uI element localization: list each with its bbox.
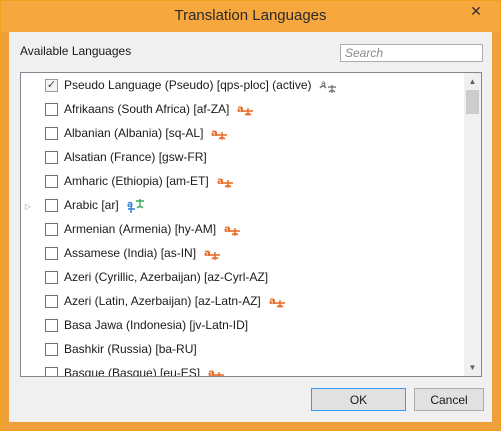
language-checkbox[interactable] [45,127,58,140]
available-languages-label: Available Languages [20,44,132,58]
language-checkbox[interactable] [45,319,58,332]
close-icon: ✕ [470,3,482,19]
translate-orange-icon: a [208,366,226,377]
language-list-item[interactable]: Armenian (Armenia) [hy-AM] a [21,218,465,242]
language-label: Amharic (Ethiopia) [am-ET] [64,174,209,188]
translate-orange-icon: a [204,246,222,262]
language-label: Basque (Basque) [eu-ES] [64,366,201,377]
language-checkbox[interactable] [45,199,58,212]
language-label: Azeri (Latin, Azerbaijan) [az-Latn-AZ] [64,294,261,308]
ok-button[interactable]: OK [311,388,406,411]
language-checkbox[interactable] [45,247,58,260]
svg-text:a: a [269,296,276,307]
language-list-item[interactable]: Azeri (Cyrillic, Azerbaijan) [az-Cyrl-AZ… [21,266,465,290]
language-list-item[interactable]: Bashkir (Russia) [ba-RU] [21,338,465,362]
svg-text:a: a [224,224,231,235]
dialog-content: Available Languages ▲ ▼ ✓ Pseudo Language… [9,32,492,422]
language-list-item[interactable]: Afrikaans (South Africa) [af-ZA] a [21,98,465,122]
search-input[interactable] [340,44,483,62]
language-checkbox[interactable] [45,367,58,376]
language-checkbox[interactable] [45,103,58,116]
scrollbar-thumb[interactable] [466,90,479,114]
language-label: Albanian (Albania) [sq-AL] [64,126,204,140]
translate-multi-icon: a [127,198,145,214]
language-list-item[interactable]: Basque (Basque) [eu-ES] a [21,362,465,377]
language-checkbox[interactable] [45,223,58,236]
svg-text:a: a [217,176,224,187]
cancel-button[interactable]: Cancel [414,388,484,411]
language-checkbox[interactable] [45,295,58,308]
dialog-window: Translation Languages ✕ Available Langua… [0,0,501,431]
window-title: Translation Languages [174,7,327,24]
expand-arrow-icon[interactable]: ▷ [24,194,32,218]
language-label: Afrikaans (South Africa) [af-ZA] [64,102,230,116]
translate-orange-icon: a [211,126,229,142]
translate-orange-icon: a [237,102,255,118]
translate-gray-icon: a [319,78,337,94]
language-checkbox[interactable] [45,271,58,284]
language-label: Alsatian (France) [gsw-FR] [64,150,207,164]
language-list-item[interactable]: Assamese (India) [as-IN] a [21,242,465,266]
language-checkbox[interactable] [45,343,58,356]
vertical-scrollbar[interactable]: ▲ ▼ [464,73,481,376]
language-list-item[interactable]: ✓ Pseudo Language (Pseudo) [qps-ploc] (ac… [21,74,465,98]
title-bar[interactable]: Translation Languages ✕ [1,1,500,32]
language-label: Armenian (Armenia) [hy-AM] [64,222,217,236]
language-checkbox[interactable] [45,175,58,188]
translate-orange-icon: a [224,222,242,238]
language-checkbox[interactable]: ✓ [45,79,58,92]
svg-text:a: a [204,248,211,259]
close-button[interactable]: ✕ [464,2,488,21]
language-label: Bashkir (Russia) [ba-RU] [64,342,197,356]
language-list-item[interactable]: Amharic (Ethiopia) [am-ET] a [21,170,465,194]
scroll-down-arrow-icon[interactable]: ▼ [464,359,481,376]
svg-text:a: a [237,104,244,115]
svg-text:a: a [211,128,218,139]
language-label: Basa Jawa (Indonesia) [jv-Latn-ID] [64,318,249,332]
language-label: Pseudo Language (Pseudo) [qps-ploc] (act… [64,78,312,92]
language-list-item[interactable]: Azeri (Latin, Azerbaijan) [az-Latn-AZ] a [21,290,465,314]
translate-orange-icon: a [217,174,235,190]
svg-text:a: a [208,368,215,377]
language-label: Arabic [ar] [64,198,119,212]
language-list-item[interactable]: Albanian (Albania) [sq-AL] a [21,122,465,146]
language-list-item[interactable]: ▷ Arabic [ar] a [21,194,465,218]
language-label: Azeri (Cyrillic, Azerbaijan) [az-Cyrl-AZ… [64,270,269,284]
language-list-item[interactable]: Alsatian (France) [gsw-FR] [21,146,465,170]
translate-orange-icon: a [269,294,287,310]
scroll-up-arrow-icon[interactable]: ▲ [464,73,481,90]
language-checkbox[interactable] [45,151,58,164]
language-label: Assamese (India) [as-IN] [64,246,197,260]
language-list-item[interactable]: Basa Jawa (Indonesia) [jv-Latn-ID] [21,314,465,338]
language-list[interactable]: ▲ ▼ ✓ Pseudo Language (Pseudo) [qps-ploc]… [20,72,482,377]
